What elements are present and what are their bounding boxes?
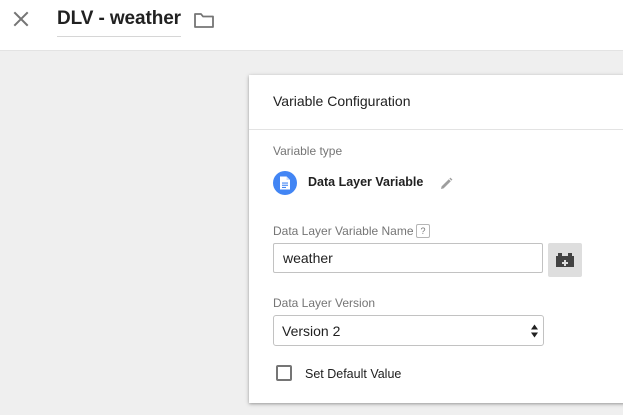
close-icon xyxy=(13,11,29,27)
default-value-option[interactable]: Set Default Value xyxy=(276,365,456,385)
variable-name-label: Data Layer Variable Name xyxy=(273,224,414,238)
panel-header: Variable Configuration xyxy=(249,75,623,130)
variable-brick-icon xyxy=(556,253,574,267)
top-bar: DLV - weather xyxy=(0,0,623,51)
default-value-checkbox[interactable] xyxy=(276,365,292,381)
close-button[interactable] xyxy=(8,6,34,32)
pencil-icon[interactable] xyxy=(438,176,454,192)
title-field[interactable]: DLV - weather xyxy=(57,6,181,37)
default-value-label: Set Default Value xyxy=(305,367,402,381)
page-title: DLV - weather xyxy=(57,8,181,29)
variable-type-name: Data Layer Variable xyxy=(308,175,424,189)
variable-configuration-panel: Variable Configuration Variable type Dat… xyxy=(249,75,623,403)
insert-variable-button[interactable] xyxy=(548,243,582,277)
panel-title: Variable Configuration xyxy=(273,93,411,109)
variable-type-label: Variable type xyxy=(273,144,343,158)
version-label: Data Layer Version xyxy=(273,296,376,310)
select-arrows-icon xyxy=(531,324,538,338)
version-select[interactable]: Version 2 xyxy=(273,315,544,346)
variable-name-input[interactable] xyxy=(273,243,543,273)
version-select-value: Version 2 xyxy=(282,323,341,339)
folder-button[interactable] xyxy=(192,9,216,31)
help-icon[interactable]: ? xyxy=(416,224,430,238)
document-icon xyxy=(273,171,297,195)
folder-icon xyxy=(194,13,214,28)
